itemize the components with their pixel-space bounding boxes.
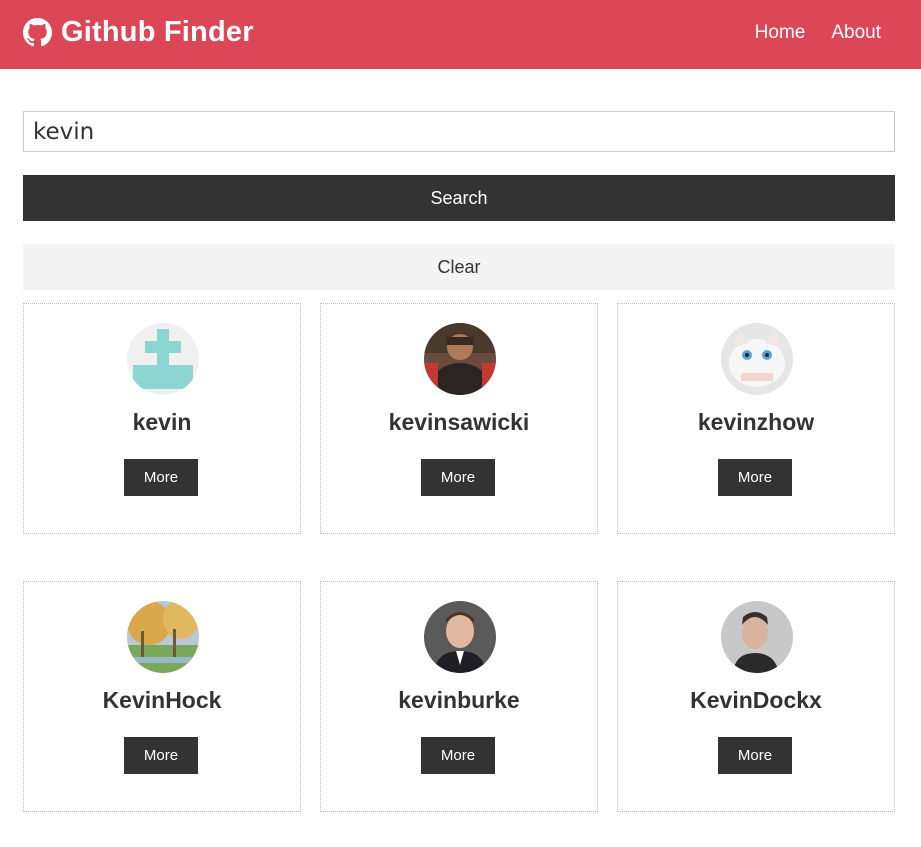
github-icon [23,17,52,47]
user-card: kevinburke More [320,581,598,812]
user-card: KevinDockx More [617,581,895,812]
more-button[interactable]: More [421,737,495,774]
more-button[interactable]: More [124,459,198,496]
brand[interactable]: Github Finder [23,15,254,49]
photo-avatar [424,323,496,395]
nav-link-home[interactable]: Home [755,20,806,46]
brand-title: Github Finder [61,16,254,48]
search-input[interactable] [23,111,895,152]
user-login: kevin [132,409,192,435]
nav-links: Home About [729,20,881,46]
more-button[interactable]: More [718,737,792,774]
user-card: KevinHock More [23,581,301,812]
painting-avatar [127,601,199,673]
user-login: KevinDockx [690,687,822,713]
more-button[interactable]: More [718,459,792,496]
user-card: kevinzhow More [617,303,895,534]
user-login: kevinzhow [697,409,815,435]
identicon-avatar [127,323,199,395]
user-login: kevinburke [398,687,520,713]
nav-link-about[interactable]: About [831,20,881,46]
user-card: kevinsawicki More [320,303,598,534]
search-button[interactable]: Search [23,175,895,221]
navbar: Github Finder Home About [0,0,921,69]
more-button[interactable]: More [124,737,198,774]
photo-avatar [721,601,793,673]
user-login: KevinHock [102,687,222,713]
user-login: kevinsawicki [388,409,530,435]
cat-avatar [721,323,793,395]
photo-avatar [424,601,496,673]
clear-button[interactable]: Clear [23,244,895,290]
more-button[interactable]: More [421,459,495,496]
user-card: kevin More [23,303,301,534]
